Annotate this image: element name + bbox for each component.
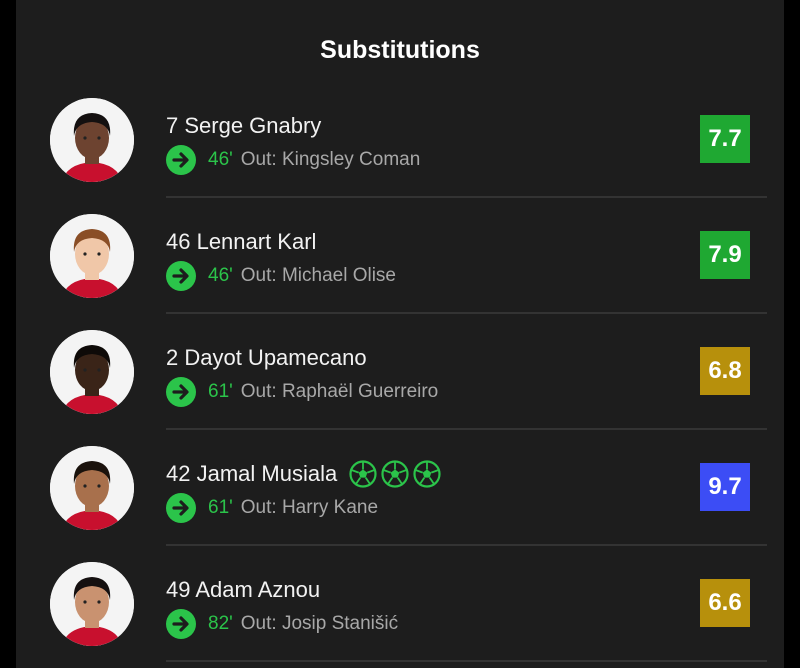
rating-badge: 7.7 <box>700 115 750 163</box>
arrow-right-circle-icon <box>166 493 196 523</box>
substituted-out-player: Out: Kingsley Coman <box>240 149 421 170</box>
substitution-minute: 61' <box>208 381 233 402</box>
substituted-out-player: Out: Josip Stanišić <box>240 613 399 634</box>
rating-badge: 6.8 <box>700 347 750 395</box>
substituted-out-player: Out: Harry Kane <box>240 497 379 518</box>
player-avatar <box>50 446 134 530</box>
substitutions-list: 7 Serge Gnabry 46' Out: Kingsley Coman 7.7 4… <box>16 82 784 662</box>
player-row[interactable]: 7 Serge Gnabry 46' Out: Kingsley Coman 7.7 <box>16 82 784 198</box>
soccer-ball-icon <box>413 460 441 488</box>
soccer-ball-icon <box>381 460 409 488</box>
player-avatar <box>50 98 134 182</box>
rating-badge: 9.7 <box>700 463 750 511</box>
substitution-minute: 46' <box>208 265 233 286</box>
substitution-info: 46' Out: Michael Olise <box>166 261 396 291</box>
section-title: Substitutions <box>320 36 480 64</box>
substitution-minute: 61' <box>208 497 233 518</box>
player-row[interactable]: 49 Adam Aznou 82' Out: Josip Stanišić 6.6 <box>16 546 784 662</box>
substitution-info: 61' Out: Raphaël Guerreiro <box>166 377 438 407</box>
player-avatar <box>50 562 134 646</box>
substitution-info: 61' Out: Harry Kane <box>166 493 378 523</box>
player-row[interactable]: 46 Lennart Karl 46' Out: Michael Olise 7.9 <box>16 198 784 314</box>
substituted-out-player: Out: Michael Olise <box>240 265 396 286</box>
player-avatar <box>50 214 134 298</box>
player-name-line: 7 Serge Gnabry <box>166 112 321 140</box>
player-name[interactable]: 42 Jamal Musiala <box>166 461 337 487</box>
player-name[interactable]: 49 Adam Aznou <box>166 577 320 603</box>
player-name[interactable]: 46 Lennart Karl <box>166 229 316 255</box>
rating-badge: 7.9 <box>700 231 750 279</box>
player-name-line: 46 Lennart Karl <box>166 228 316 256</box>
substitution-info: 46' Out: Kingsley Coman <box>166 145 420 175</box>
soccer-ball-icon <box>349 460 377 488</box>
substituted-out-player: Out: Raphaël Guerreiro <box>240 381 439 402</box>
player-name-line: 42 Jamal Musiala <box>166 460 441 488</box>
player-name-line: 2 Dayot Upamecano <box>166 344 367 372</box>
arrow-right-circle-icon <box>166 377 196 407</box>
arrow-right-circle-icon <box>166 261 196 291</box>
substitution-minute: 82' <box>208 613 233 634</box>
player-avatar <box>50 330 134 414</box>
rating-badge: 6.6 <box>700 579 750 627</box>
row-divider <box>166 660 767 662</box>
player-row[interactable]: 2 Dayot Upamecano 61' Out: Raphaël Guerrei… <box>16 314 784 430</box>
player-name[interactable]: 2 Dayot Upamecano <box>166 345 367 371</box>
substitution-minute: 46' <box>208 149 233 170</box>
goals-group <box>349 460 441 488</box>
arrow-right-circle-icon <box>166 145 196 175</box>
substitution-info: 82' Out: Josip Stanišić <box>166 609 398 639</box>
arrow-right-circle-icon <box>166 609 196 639</box>
player-name[interactable]: 7 Serge Gnabry <box>166 113 321 139</box>
player-name-line: 49 Adam Aznou <box>166 576 320 604</box>
substitutions-panel: Substitutions 7 Serge Gnabry 46' Out: King… <box>16 0 784 668</box>
player-row[interactable]: 42 Jamal Musiala 61' Out: Harry Kane 9.7 <box>16 430 784 546</box>
